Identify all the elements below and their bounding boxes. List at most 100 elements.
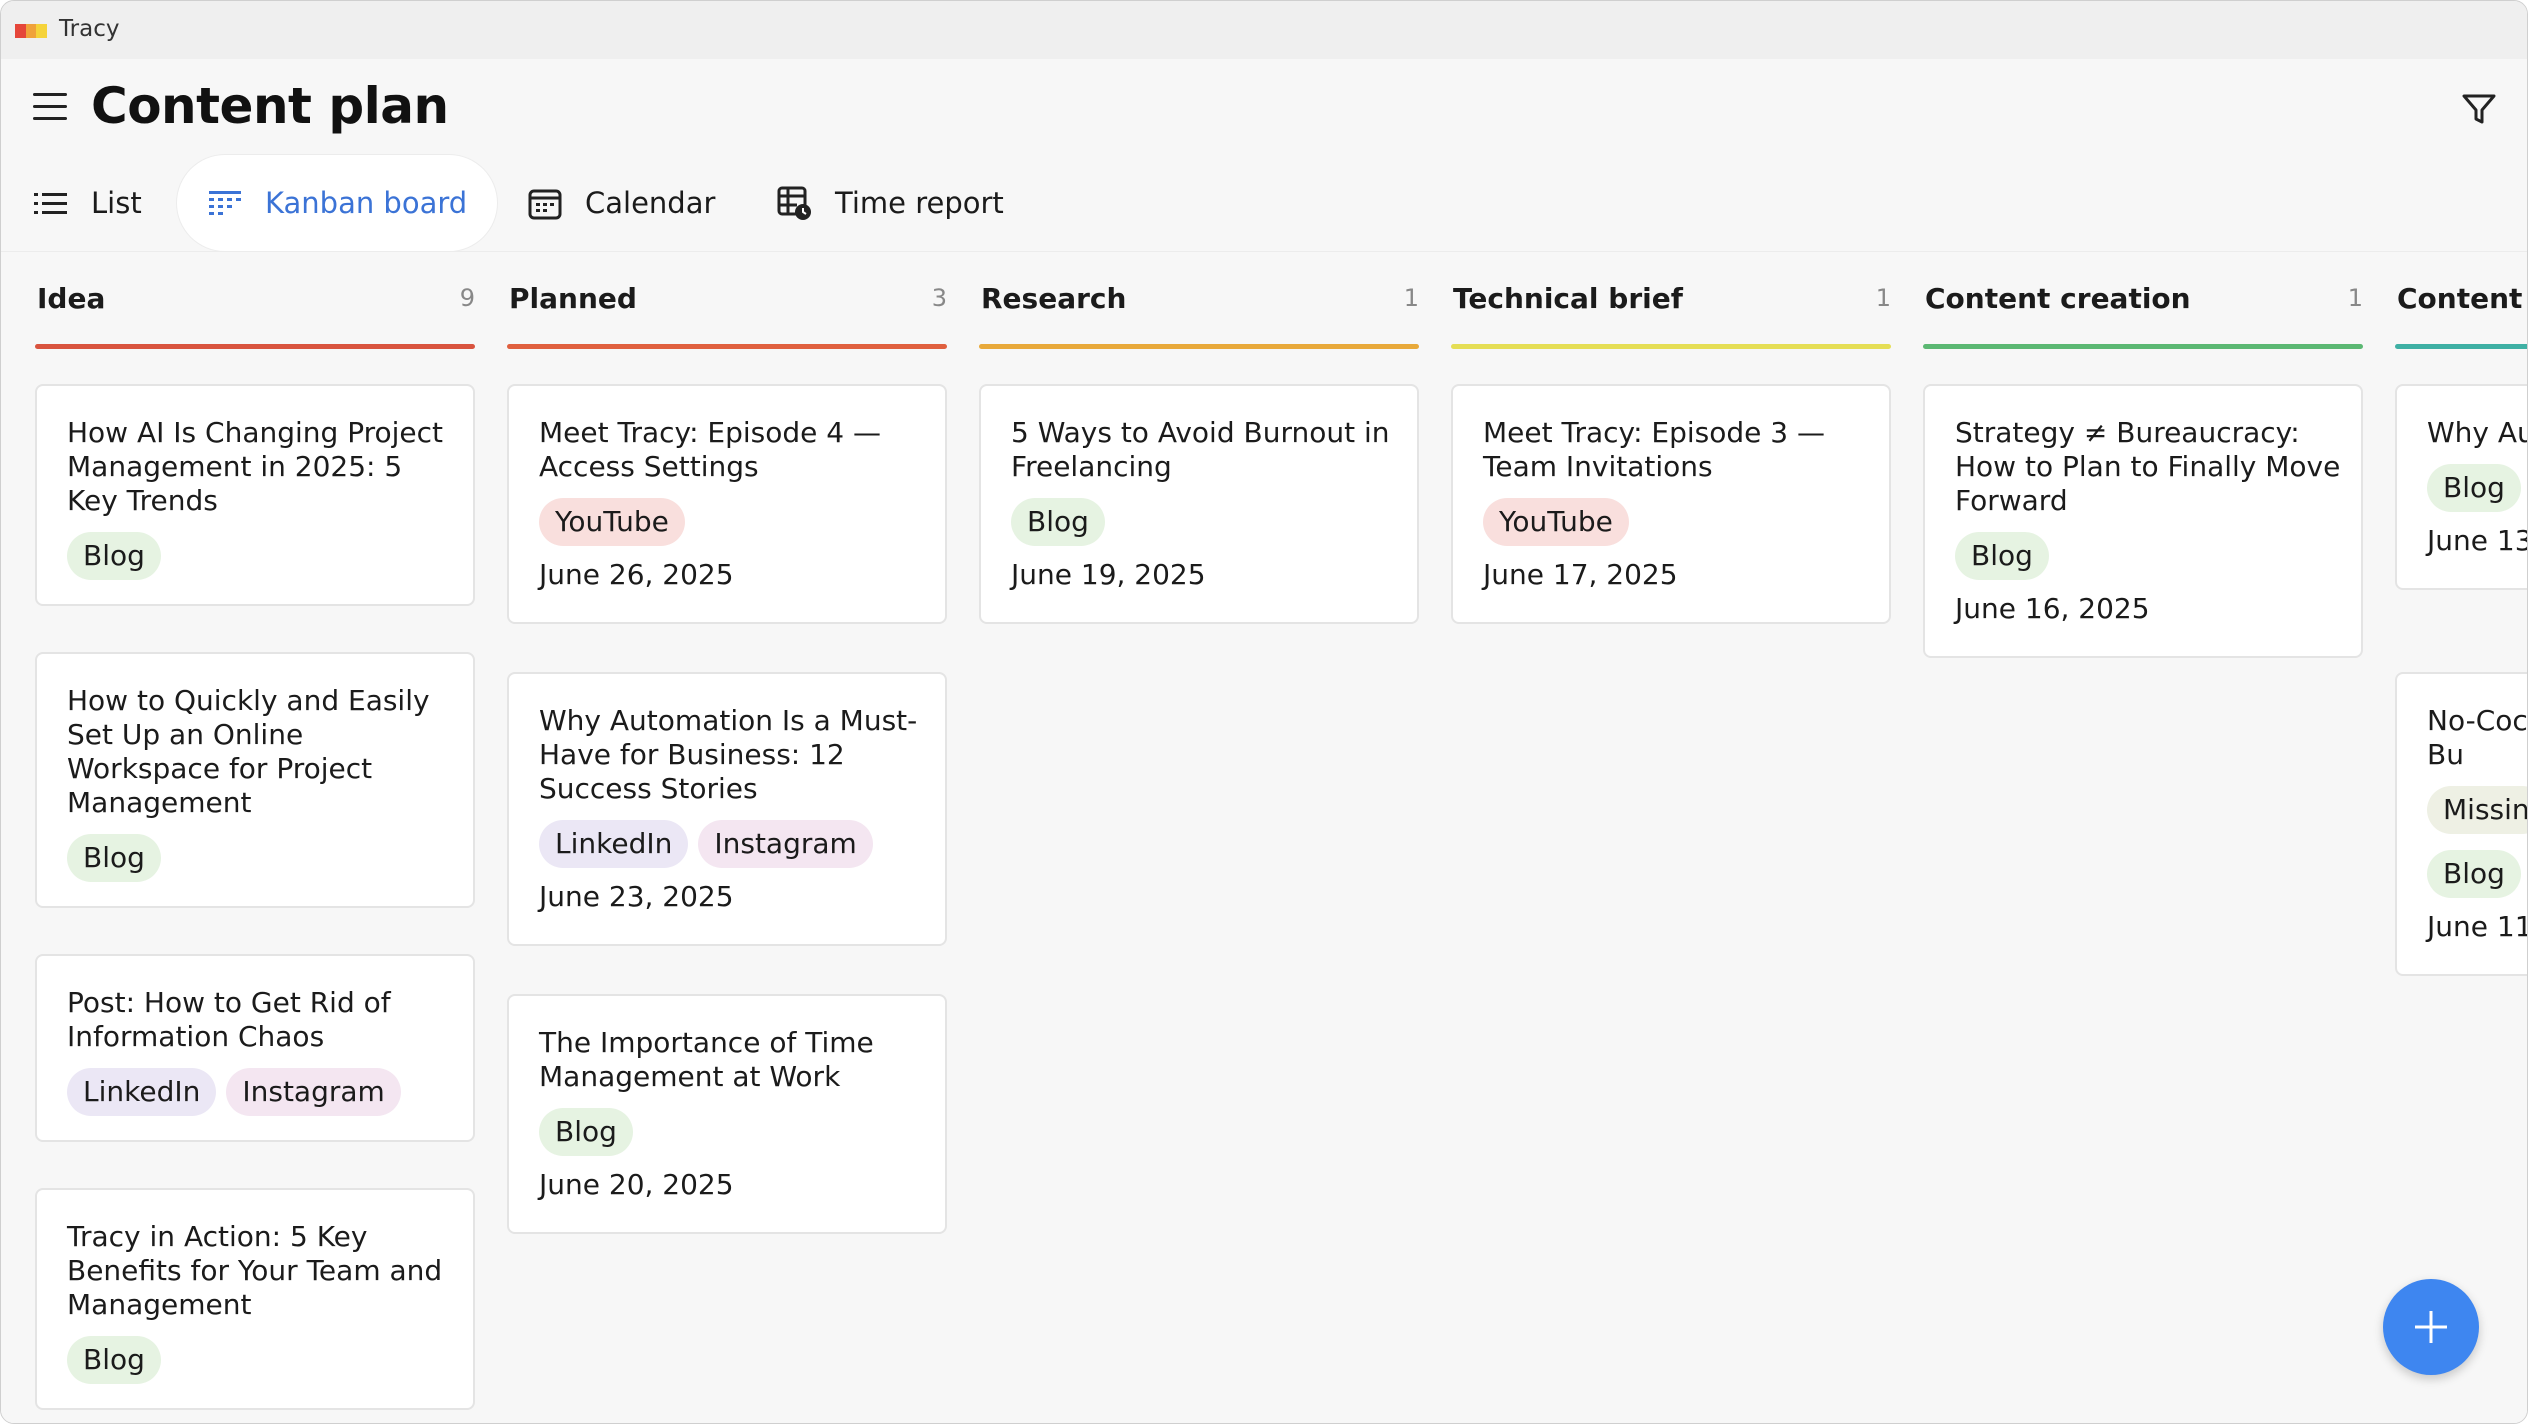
tab-list[interactable]: List [33,155,142,251]
column-color-bar [35,344,475,349]
task-card[interactable]: Tracy in Action: 5 Key Benefits for Your… [35,1188,475,1410]
app-window: Tracy Content plan List Kanban board Cal… [0,0,2528,1424]
tag-badge: Blog [1011,498,1105,546]
task-card[interactable]: The Importance of Time Management at Wor… [507,994,947,1234]
tab-label: Calendar [585,186,716,220]
task-card[interactable]: Why Au Must-H Blog June 13 [2395,384,2528,590]
tag-badge: Blog [1955,532,2049,580]
column-title: Research [981,282,1127,315]
tab-label: Kanban board [265,186,468,220]
tag-badge: Blog [67,532,161,580]
task-card[interactable]: Meet Tracy: Episode 3 — Team Invitations… [1451,384,1891,624]
column-count: 9 [459,284,475,312]
tab-label: Time report [835,186,1004,220]
tag-badge: Blog [67,834,161,882]
tag-badge: Blog [2427,850,2521,898]
column-title: Content e [2397,282,2527,315]
card-title: No-Coc Autom Versati Your Bu [2427,704,2528,771]
tag-badge: Blog [539,1108,633,1156]
tag-badge: Missin [2427,786,2527,834]
tag-list: LinkedIn Instagram [67,1068,411,1116]
column-header[interactable]: Research 1 [979,282,1419,322]
tag-list: Blog [1011,498,1115,546]
tag-badge: Blog [67,1336,161,1384]
tag-badge: YouTube [539,498,685,546]
card-title: Tracy in Action: 5 Key Benefits for Your… [67,1220,443,1321]
card-title: 5 Ways to Avoid Burnout in Freelancing [1011,416,1390,483]
tag-badge: LinkedIn [67,1068,217,1116]
tag-list: YouTube [1483,498,1639,546]
tag-list: YouTube [539,498,695,546]
tag-badge: Instagram [226,1068,401,1116]
tag-badge: YouTube [1483,498,1629,546]
column-color-bar [1923,344,2363,349]
card-title: Meet Tracy: Episode 4 — Access Settings [539,416,881,483]
tag-badge: Instagram [698,820,873,868]
card-date: June 23, 2025 [539,880,734,913]
app-name: Tracy [59,16,120,42]
card-title: How to Quickly and Easily Set Up an Onli… [67,684,430,819]
menu-icon[interactable] [33,93,67,121]
column-color-bar [1451,344,1891,349]
task-card[interactable]: Meet Tracy: Episode 4 — Access Settings Y… [507,384,947,624]
card-title: How AI Is Changing Project Management in… [67,416,444,517]
column-header[interactable]: Content creation 1 [1923,282,2363,322]
tag-list: Missin [2427,786,2527,834]
card-date: June 26, 2025 [539,558,734,591]
column-header[interactable]: Idea 9 [35,282,475,322]
column-header[interactable]: Planned 3 [507,282,947,322]
card-date: June 16, 2025 [1955,592,2150,625]
column-title: Content creation [1925,282,2191,315]
view-tabs: List Kanban board Calendar Time report [1,155,2527,370]
card-date: June 20, 2025 [539,1168,734,1201]
card-title: Why Automation Is a Must-Have for Busine… [539,704,918,805]
column-count: 1 [2347,284,2363,312]
card-date: June 19, 2025 [1011,558,1206,591]
task-card[interactable]: Post: How to Get Rid of Information Chao… [35,954,475,1142]
column-color-bar [2395,344,2527,349]
task-card[interactable]: How AI Is Changing Project Management in… [35,384,475,606]
tag-list: Blog [539,1108,643,1156]
tag-list: LinkedIn Instagram [539,820,883,868]
tag-list: Blog [2427,464,2527,512]
column-color-bar [507,344,947,349]
tab-label: List [91,186,142,220]
card-title: Meet Tracy: Episode 3 — Team Invitations [1483,416,1825,483]
card-date: June 17, 2025 [1483,558,1678,591]
tag-list: Blog [67,532,171,580]
column-header[interactable]: Technical brief 1 [1451,282,1891,322]
card-date: June 11, [2427,910,2527,943]
tag-list: Blog [2427,850,2527,898]
task-card[interactable]: How to Quickly and Easily Set Up an Onli… [35,652,475,908]
tab-time-report[interactable]: Time report [777,155,1004,251]
task-card[interactable]: Why Automation Is a Must-Have for Busine… [507,672,947,946]
plus-icon [2415,1311,2447,1343]
tag-badge: LinkedIn [539,820,689,868]
tag-list: Blog [67,834,171,882]
tag-badge: Blog [2427,464,2521,512]
page-title: Content plan [91,77,449,135]
tab-kanban-board[interactable]: Kanban board [177,155,498,251]
column-header[interactable]: Content e [2395,282,2527,322]
column-count: 1 [1875,284,1891,312]
column-color-bar [979,344,1419,349]
app-logo-icon [15,24,48,38]
add-button[interactable] [2383,1279,2479,1375]
column-title: Technical brief [1453,282,1683,315]
tab-calendar[interactable]: Calendar [527,155,715,251]
card-title: The Importance of Time Management at Wor… [539,1026,874,1093]
card-title: Why Au Must-H [2427,416,2527,449]
tag-list: Blog [1955,532,2059,580]
card-date: June 13 [2427,524,2528,557]
calendar-icon [527,185,563,221]
card-title: Strategy ≠ Bureaucracy: How to Plan to F… [1955,416,2341,517]
filter-icon[interactable] [2459,89,2499,129]
kanban-board: Idea 9 How AI Is Changing Project Manageme… [1,251,2528,1423]
task-card[interactable]: 5 Ways to Avoid Burnout in Freelancing Bl… [979,384,1419,624]
task-card[interactable]: Strategy ≠ Bureaucracy: How to Plan to F… [1923,384,2363,658]
kanban-icon [207,185,243,221]
column-title: Planned [509,282,637,315]
title-bar: Tracy [1,1,2527,59]
list-icon [33,185,69,221]
task-card[interactable]: No-Coc Autom Versati Your Bu Missin Blog Ju… [2395,672,2528,976]
